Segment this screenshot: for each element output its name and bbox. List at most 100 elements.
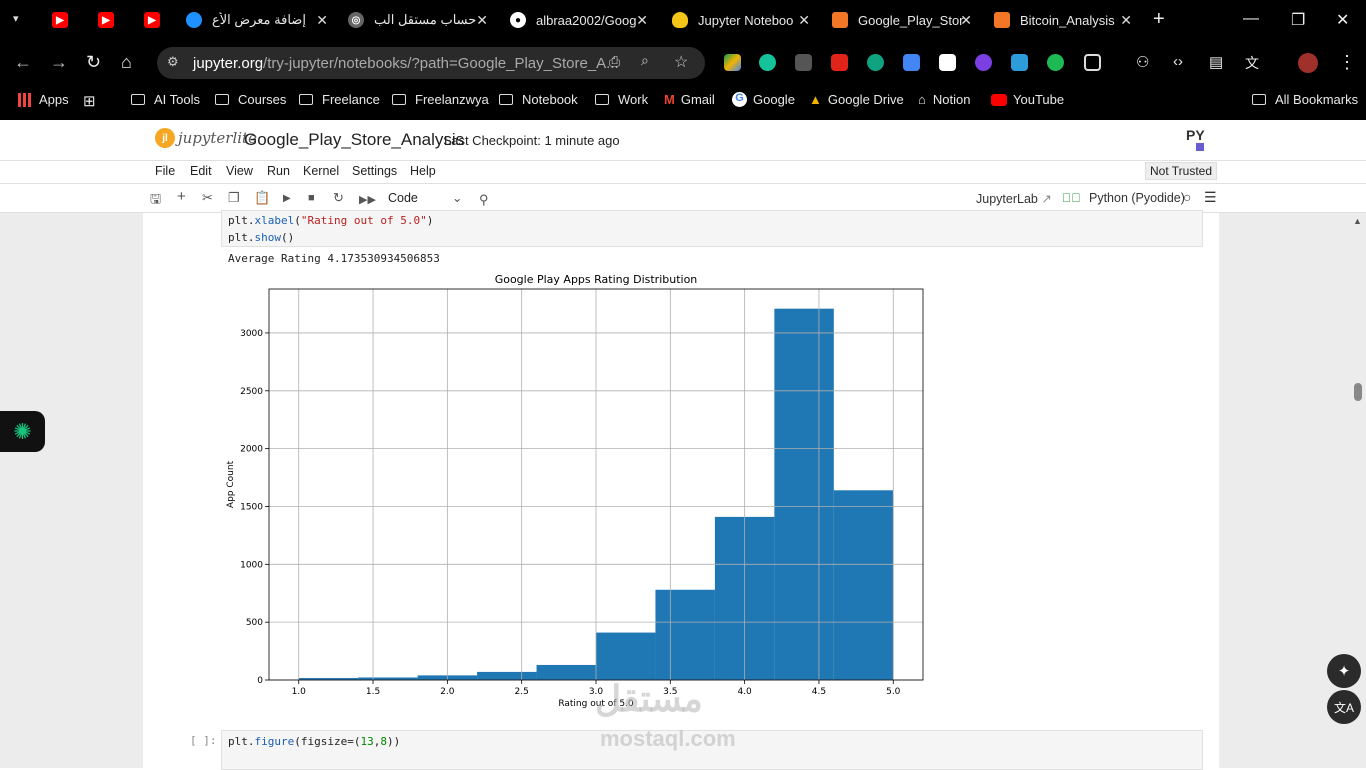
debugger-icon[interactable]: ⚲: [479, 192, 489, 208]
translate-icon[interactable]: 文: [1245, 53, 1259, 73]
bookmark-courses[interactable]: Courses: [215, 92, 286, 107]
cell-type-select[interactable]: Code ⌄: [388, 191, 462, 205]
run-icon[interactable]: ▶: [283, 193, 291, 204]
copy-icon[interactable]: ❐: [228, 190, 240, 206]
url-path: /try-jupyter/notebooks/?path=Google_Play…: [263, 54, 619, 72]
save-icon[interactable]: 🖫: [150, 190, 161, 212]
openai-icon: ◎: [348, 12, 364, 28]
y-tick-label: 3000: [240, 329, 263, 339]
x-tick-label: 4.0: [737, 687, 752, 697]
bookmark-youtube[interactable]: YouTube: [991, 92, 1064, 107]
bookmark-work[interactable]: Work: [595, 92, 648, 107]
code-token: 8: [380, 735, 387, 748]
forward-icon[interactable]: →: [50, 52, 68, 73]
k-extension-icon[interactable]: [975, 54, 992, 71]
home-icon[interactable]: ⌂: [121, 52, 132, 73]
bookmark-label: YouTube: [1013, 92, 1065, 107]
close-tab-icon[interactable]: ✕: [476, 12, 488, 29]
minimize-icon[interactable]: —: [1243, 10, 1259, 28]
translate-extension-icon[interactable]: [903, 54, 920, 71]
close-tab-icon[interactable]: ✕: [316, 12, 328, 29]
tab-mostaql-gallery[interactable]: إضافة معرض الأع ✕: [186, 6, 328, 34]
incognito-icon[interactable]: ⚇: [1136, 53, 1149, 71]
menu-kernel[interactable]: Kernel: [303, 164, 339, 178]
menu-view[interactable]: View: [226, 164, 253, 178]
bookmark-google[interactable]: G Google: [732, 92, 795, 107]
bookmark-notebook[interactable]: Notebook: [499, 92, 578, 107]
code-token: (: [294, 214, 301, 227]
shield-extension-icon[interactable]: [1011, 54, 1028, 71]
restart-icon[interactable]: ↻: [333, 190, 344, 206]
close-tab-icon[interactable]: ✕: [798, 12, 810, 29]
bookmark-freelance[interactable]: Freelance: [299, 92, 380, 107]
ai-sparkle-button[interactable]: ✦: [1327, 654, 1361, 688]
interrupt-icon[interactable]: ■: [308, 192, 315, 204]
reload-icon[interactable]: ↻: [86, 52, 101, 73]
tab-list-button[interactable]: ▾: [13, 12, 19, 25]
close-window-icon[interactable]: ✕: [1336, 10, 1349, 30]
bookmark-notion[interactable]: ⌂ Notion: [918, 92, 970, 107]
tab-google-play-notebook[interactable]: Google_Play_Stor ✕: [832, 6, 972, 34]
sidepanel-icon[interactable]: ▤: [1209, 53, 1223, 71]
menu-run[interactable]: Run: [267, 164, 290, 178]
tampermonkey-extension-icon[interactable]: [795, 54, 812, 71]
tab-bitcoin-notebook[interactable]: Bitcoin_Analysis ✕: [994, 6, 1132, 34]
bookmark-apps[interactable]: Apps: [18, 92, 69, 107]
tab-github[interactable]: ● albraa2002/Goog ✕: [510, 6, 648, 34]
close-tab-icon[interactable]: ✕: [636, 12, 648, 29]
zoom-icon[interactable]: ⌕: [641, 52, 649, 69]
kernel-name[interactable]: Python (Pyodide): [1089, 191, 1185, 205]
tab-mostaql-account[interactable]: ◎ حساب مستقل الب ✕: [348, 6, 488, 34]
new-tab-icon[interactable]: +: [1153, 8, 1165, 31]
back-icon[interactable]: ←: [14, 52, 32, 73]
menu-file[interactable]: File: [155, 164, 175, 178]
google-drive-extension-icon[interactable]: [724, 54, 741, 71]
toolbar-menu-icon[interactable]: ☰: [1204, 189, 1217, 206]
tab-youtube-1[interactable]: ▶: [52, 6, 72, 34]
chrome-menu-icon[interactable]: ⋮: [1338, 52, 1356, 73]
tab-youtube-3[interactable]: ▶: [144, 6, 164, 34]
puzzle-extensions-icon[interactable]: [1084, 54, 1101, 71]
tab-jupyter[interactable]: Jupyter Noteboo ✕: [672, 6, 810, 34]
paste-icon[interactable]: 📋: [254, 190, 270, 206]
restart-run-all-icon[interactable]: ▶▶: [359, 193, 376, 206]
close-tab-icon[interactable]: ✕: [960, 12, 972, 29]
folder-icon: [1252, 94, 1266, 105]
menu-help[interactable]: Help: [410, 164, 436, 178]
tab-groups-icon[interactable]: ⊞: [83, 92, 96, 110]
address-bar[interactable]: ⚙ jupyter.org/try-jupyter/notebooks/?pat…: [157, 47, 705, 79]
bookmark-gmail[interactable]: M Gmail: [664, 92, 715, 107]
histogram-bar: [774, 308, 834, 680]
devtools-icon[interactable]: ‹›: [1173, 53, 1183, 70]
bookmark-freelanzwya[interactable]: Freelanzwya: [392, 92, 489, 107]
jupyterlab-link[interactable]: JupyterLab ↗: [976, 191, 1052, 206]
scroll-up-arrow-icon[interactable]: ▲: [1353, 216, 1362, 226]
bookmark-ai-tools[interactable]: AI Tools: [131, 92, 200, 107]
profile-avatar[interactable]: [1298, 53, 1318, 73]
menu-edit[interactable]: Edit: [190, 164, 212, 178]
close-tab-icon[interactable]: ✕: [1120, 12, 1132, 29]
chatgpt-extension-icon[interactable]: [867, 54, 884, 71]
bookmark-star-icon[interactable]: ☆: [674, 52, 688, 72]
pdf-extension-icon[interactable]: [831, 54, 848, 71]
menu-settings[interactable]: Settings: [352, 164, 397, 178]
jupyterlite-logo[interactable]: jl jupyterlite: [155, 128, 257, 148]
scrollbar-thumb[interactable]: [1354, 383, 1362, 401]
tab-youtube-2[interactable]: ▶: [98, 6, 118, 34]
cut-icon[interactable]: ✂: [202, 190, 213, 206]
install-app-icon[interactable]: ⎙: [609, 53, 620, 70]
chatgpt-sidebar-button[interactable]: ✺: [0, 411, 45, 452]
translate-button[interactable]: 文A: [1327, 690, 1361, 724]
grammarly-extension-icon[interactable]: [759, 54, 776, 71]
spotify-extension-icon[interactable]: [1047, 54, 1064, 71]
code-cell-previous[interactable]: plt.xlabel("Rating out of 5.0") plt.show…: [221, 210, 1203, 247]
site-info-icon[interactable]: ⚙: [167, 54, 179, 70]
restore-icon[interactable]: ❐: [1291, 10, 1305, 30]
game-extension-icon[interactable]: [939, 54, 956, 71]
external-link-icon: ↗: [1041, 192, 1052, 206]
insert-cell-icon[interactable]: +: [177, 188, 186, 205]
notebook-title[interactable]: Google_Play_Store_Analysis: [244, 130, 464, 150]
trust-status[interactable]: Not Trusted: [1145, 162, 1217, 180]
bookmark-google-drive[interactable]: ▲ Google Drive: [809, 92, 904, 107]
all-bookmarks[interactable]: All Bookmarks: [1252, 92, 1358, 107]
